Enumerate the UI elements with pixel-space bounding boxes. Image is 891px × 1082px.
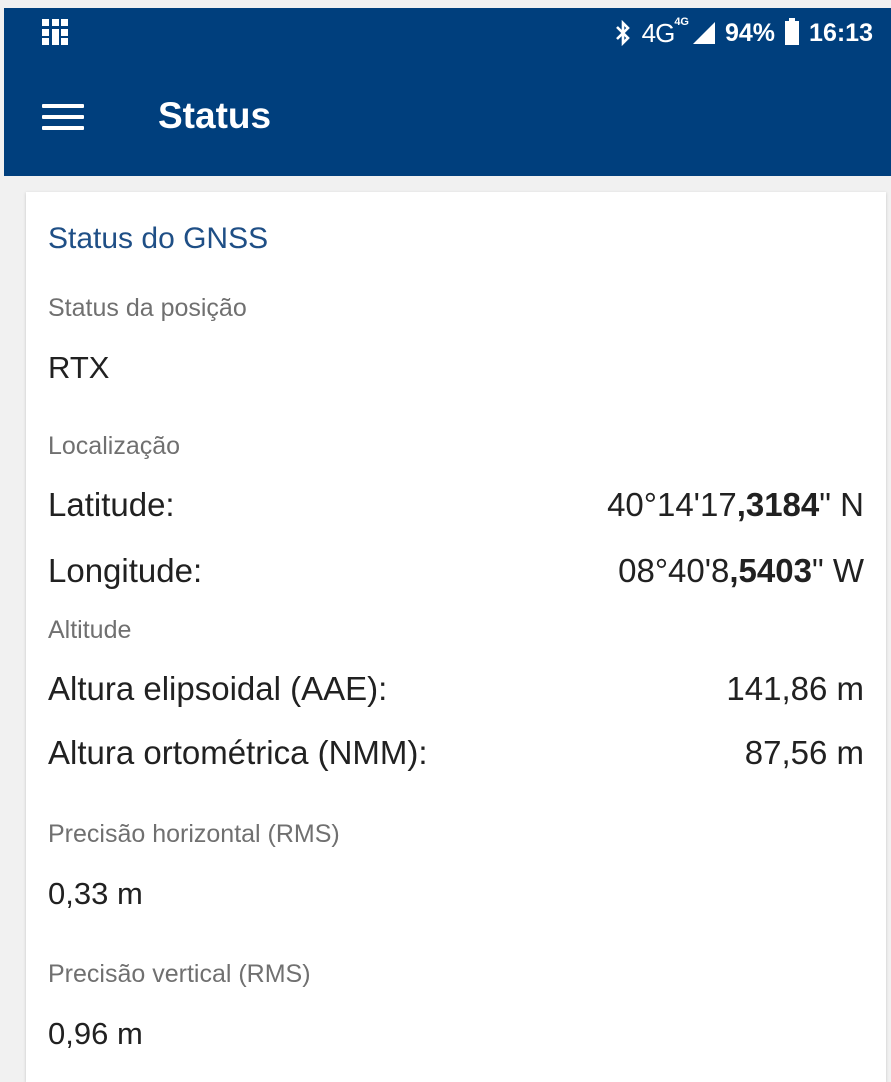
horizontal-precision-value: 0,33 m — [48, 876, 143, 911]
orthometric-height-row: Altura ortométrica (NMM): 87,56 m — [48, 734, 864, 772]
app-bar: 4G4G 94% 16:13 Status — [4, 8, 891, 176]
ellipsoidal-height-value: 141,86 m — [726, 670, 864, 707]
network-type: 4G4G — [641, 15, 689, 48]
position-status-label: Status da posição — [48, 294, 247, 322]
ellipsoidal-height-row: Altura elipsoidal (AAE): 141,86 m — [48, 670, 864, 708]
horizontal-precision-label: Precisão horizontal (RMS) — [48, 820, 340, 848]
notification-grid-icon — [42, 19, 68, 45]
signal-icon — [693, 22, 715, 44]
ellipsoidal-height-label: Altura elipsoidal (AAE): — [48, 670, 388, 707]
status-bar: 4G4G 94% 16:13 — [4, 8, 891, 58]
page-title: Status — [158, 95, 272, 136]
latitude-label: Latitude: — [48, 486, 175, 523]
section-title: Status do GNSS — [48, 222, 269, 255]
clock: 16:13 — [809, 18, 873, 47]
latitude-value: 40°14'17,3184" N — [607, 486, 864, 523]
menu-icon[interactable] — [42, 104, 84, 134]
vertical-precision-label: Precisão vertical (RMS) — [48, 960, 311, 988]
longitude-row: Longitude: 08°40'8,5403" W — [48, 552, 864, 590]
orthometric-height-label: Altura ortométrica (NMM): — [48, 734, 428, 771]
position-status-value: RTX — [48, 350, 110, 385]
vertical-precision-value: 0,96 m — [48, 1016, 143, 1051]
location-label: Localização — [48, 432, 181, 460]
orthometric-height-value: 87,56 m — [744, 734, 864, 771]
bluetooth-icon — [615, 20, 630, 46]
longitude-value: 08°40'8,5403" W — [618, 552, 864, 589]
altitude-label: Altitude — [48, 616, 132, 644]
latitude-row: Latitude: 40°14'17,3184" N — [48, 486, 864, 524]
battery-percent: 94% — [725, 18, 776, 47]
longitude-label: Longitude: — [48, 552, 203, 589]
toolbar: Status — [4, 66, 891, 166]
battery-icon — [785, 18, 800, 45]
gnss-status-card: Status do GNSS Status da posição RTX Loc… — [26, 192, 886, 1082]
